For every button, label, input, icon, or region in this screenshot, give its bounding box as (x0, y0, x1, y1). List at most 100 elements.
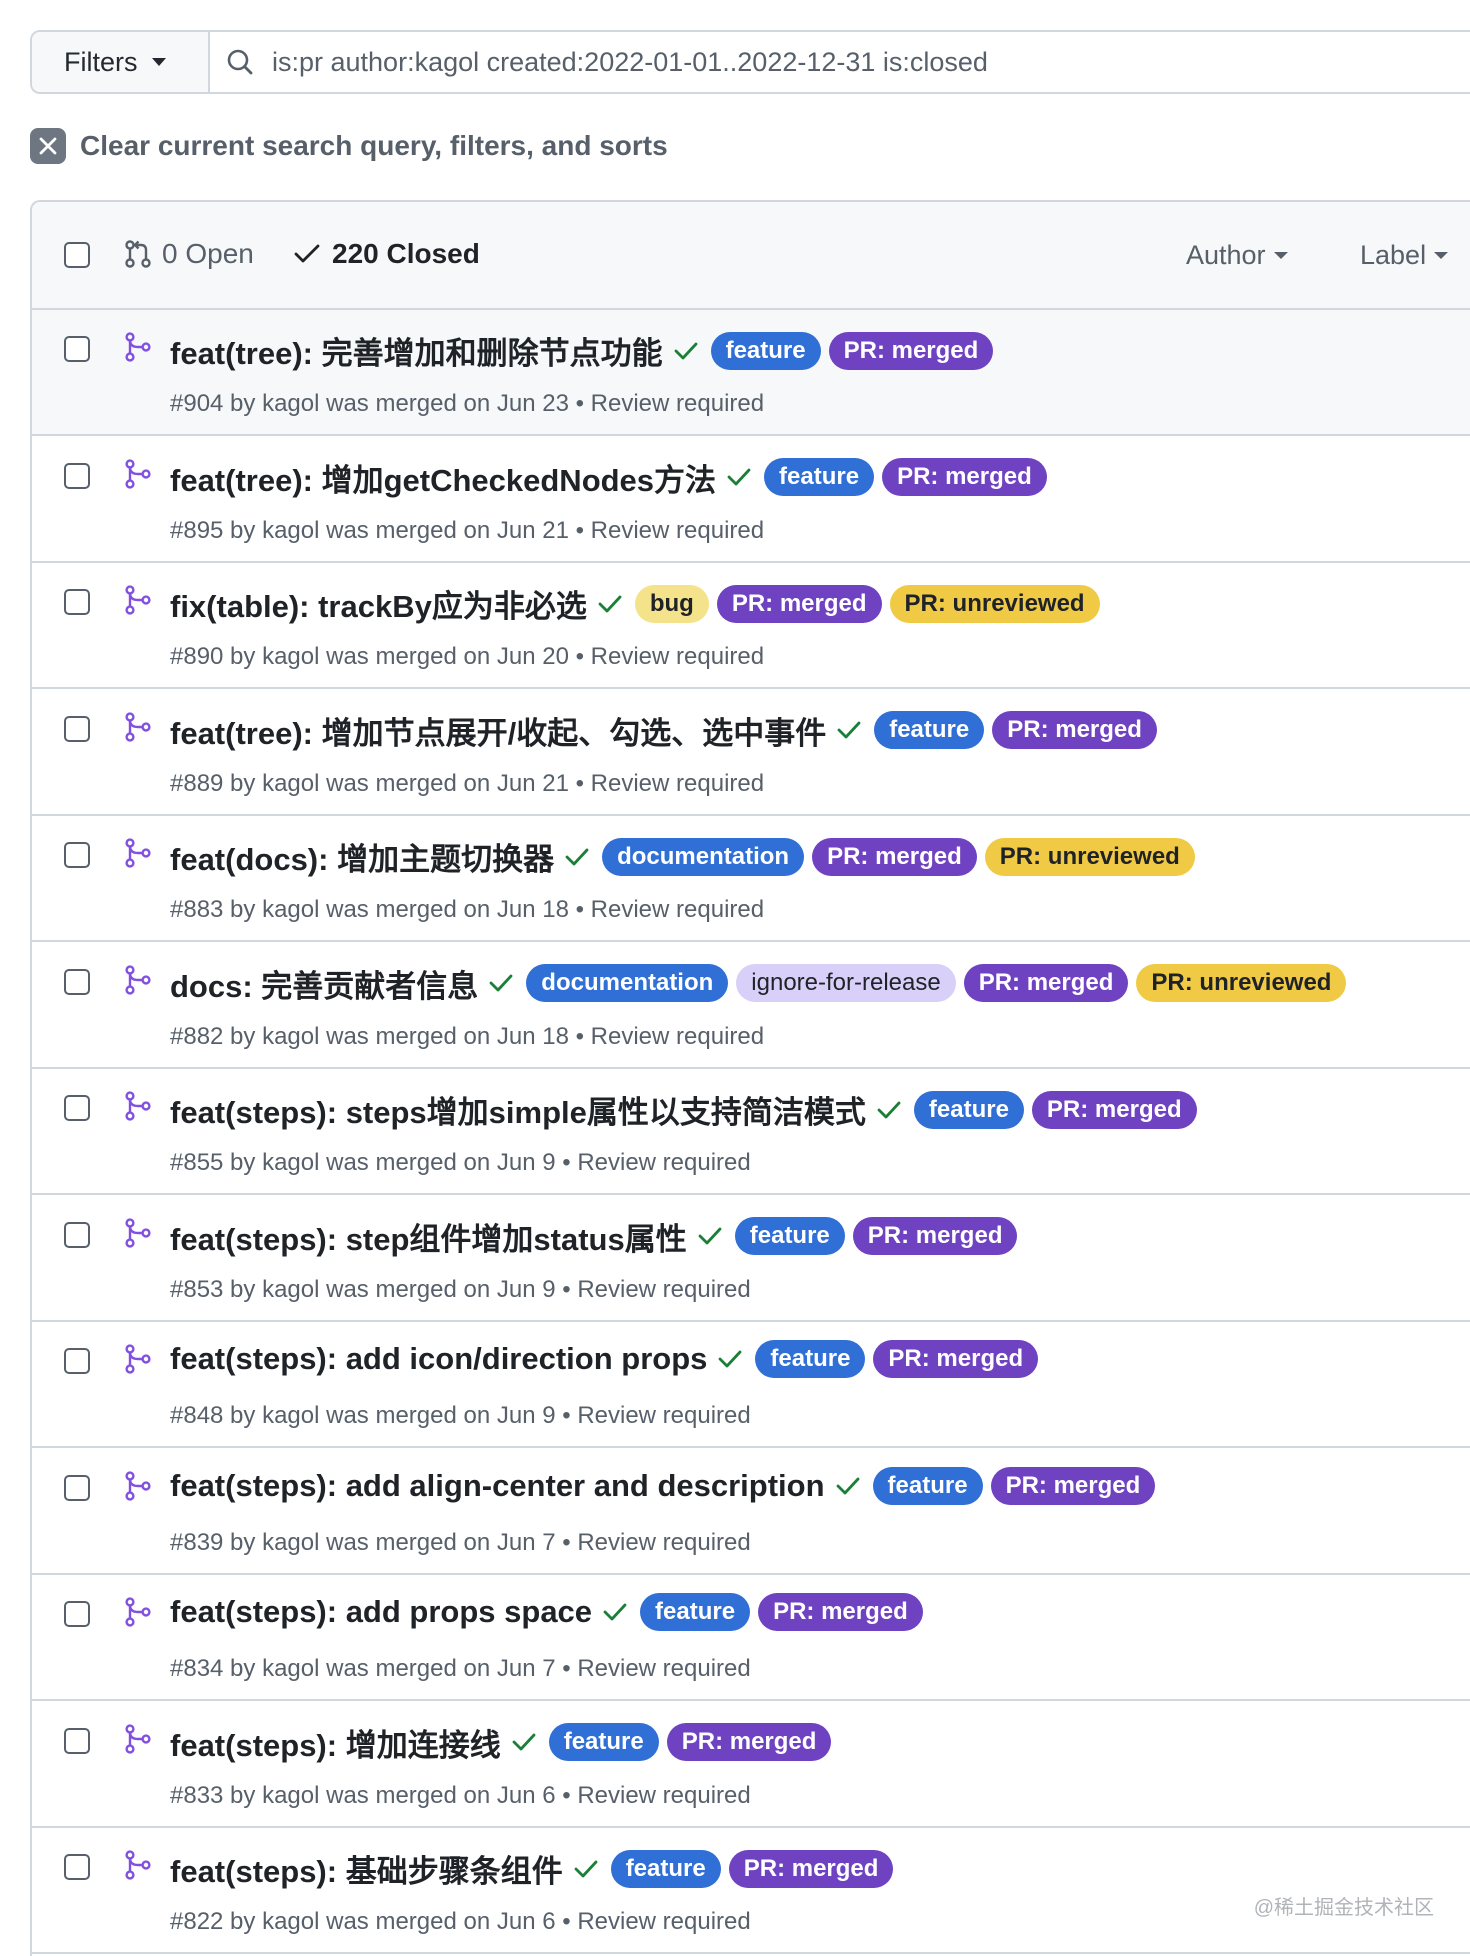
label-feature[interactable]: feature (710, 331, 821, 370)
table-row: feat(tree): 完善增加和删除节点功能 feature PR: merged… (32, 310, 1470, 436)
label-feature[interactable]: feature (640, 1593, 751, 1631)
label-merged[interactable]: PR: merged (666, 1723, 832, 1761)
merged-icon (125, 1850, 151, 1880)
pr-meta: #882 by kagol was merged on Jun 18 • Rev… (170, 1022, 765, 1050)
open-tab[interactable]: 0 Open (124, 238, 254, 270)
table-row: feat(steps): steps增加simple属性以支持简洁模式 featu… (32, 1069, 1470, 1195)
label-documentation[interactable]: documentation (602, 837, 805, 876)
check-icon (836, 1477, 859, 1494)
label-unreviewed[interactable]: PR: unreviewed (1136, 964, 1347, 1002)
watermark: @稀土掘金技术社区 (1253, 1897, 1434, 1919)
pr-title-line: feat(tree): 增加getCheckedNodes方法 feature PR… (170, 455, 1055, 500)
label-feature[interactable]: feature (734, 1217, 845, 1255)
pr-title-link[interactable]: fix(table): trackBy应为非必选 (170, 581, 587, 626)
pr-title-line: feat(steps): steps增加simple属性以支持简洁模式 featu… (170, 1087, 1205, 1132)
label-merged[interactable]: PR: merged (758, 1593, 923, 1631)
pr-title-link[interactable]: feat(steps): add icon/direction props (170, 1341, 707, 1377)
pr-title-line: feat(steps): 增加连接线 feature PR: merged (170, 1720, 839, 1765)
row-checkbox[interactable] (64, 336, 90, 362)
label-unreviewed[interactable]: PR: unreviewed (889, 584, 1100, 623)
pr-title-link[interactable]: feat(tree): 增加节点展开/收起、勾选、选中事件 (170, 708, 826, 753)
label-merged[interactable]: PR: merged (852, 1217, 1018, 1255)
caret-down-icon (151, 58, 166, 66)
row-checkbox[interactable] (64, 589, 90, 615)
label-feature[interactable]: feature (764, 458, 875, 496)
pr-title-link[interactable]: feat(tree): 完善增加和删除节点功能 (170, 328, 663, 373)
label-merged[interactable]: PR: merged (1031, 1090, 1197, 1129)
label-ignore[interactable]: ignore-for-release (736, 964, 956, 1002)
row-checkbox[interactable] (64, 462, 90, 489)
check-icon (512, 1733, 536, 1751)
check-icon (603, 1603, 627, 1621)
search-input[interactable]: is:pr author:kagol created:2022-01-01..2… (210, 32, 988, 92)
label-merged[interactable]: PR: merged (963, 964, 1129, 1002)
row-checkbox[interactable] (64, 1474, 90, 1501)
row-checkbox[interactable] (64, 1095, 90, 1121)
pr-meta: #883 by kagol was merged on Jun 18 • Rev… (170, 896, 765, 923)
label-feature[interactable]: feature (610, 1849, 721, 1888)
label-filter[interactable]: Label (1360, 240, 1449, 271)
merged-icon (125, 1217, 151, 1248)
row-checkbox[interactable] (64, 842, 90, 868)
pr-title-link[interactable]: feat(steps): 基础步骤条组件 (170, 1846, 563, 1891)
closed-tab[interactable]: 220 Closed (292, 238, 480, 270)
pr-meta: #890 by kagol was merged on Jun 20 • Rev… (170, 643, 765, 670)
caret-down-icon (1434, 252, 1449, 259)
row-checkbox[interactable] (64, 1727, 90, 1754)
search-query-text: is:pr author:kagol created:2022-01-01..2… (272, 46, 988, 77)
check-icon (674, 342, 697, 359)
filters-button[interactable]: Filters (32, 32, 210, 92)
label-merged[interactable]: PR: merged (990, 1466, 1156, 1505)
merged-icon (125, 711, 151, 742)
label-feature[interactable]: feature (872, 1466, 983, 1505)
row-checkbox[interactable] (64, 968, 90, 995)
check-icon (489, 974, 513, 992)
label-bug[interactable]: bug (634, 584, 709, 623)
closed-count: 220 Closed (332, 238, 480, 269)
check-icon (598, 595, 622, 612)
row-checkbox[interactable] (64, 715, 90, 742)
label-merged[interactable]: PR: merged (873, 1340, 1039, 1378)
author-filter[interactable]: Author (1186, 240, 1288, 271)
label-documentation[interactable]: documentation (526, 964, 729, 1002)
pr-meta: #822 by kagol was merged on Jun 6 • Revi… (170, 1908, 751, 1935)
select-all-checkbox[interactable] (64, 242, 90, 268)
pr-meta: #904 by kagol was merged on Jun 23 • Rev… (170, 390, 765, 417)
pr-title-link[interactable]: feat(docs): 增加主题切换器 (170, 834, 554, 879)
pull-request-icon (125, 240, 151, 268)
label-feature[interactable]: feature (874, 711, 985, 749)
pr-title-link[interactable]: feat(steps): add props space (170, 1594, 592, 1630)
row-checkbox[interactable] (64, 1854, 90, 1880)
pr-meta: #895 by kagol was merged on Jun 21 • Rev… (170, 516, 765, 544)
pr-title-link[interactable]: feat(steps): 增加连接线 (170, 1720, 501, 1765)
clear-search-link[interactable]: Clear current search query, filters, and… (30, 128, 668, 164)
pr-title-link[interactable]: feat(steps): add align-center and descri… (170, 1468, 825, 1504)
pr-title-link[interactable]: feat(tree): 增加getCheckedNodes方法 (170, 455, 716, 500)
pr-title-link[interactable]: feat(steps): step组件增加status属性 (170, 1214, 687, 1259)
label-feature[interactable]: feature (755, 1340, 866, 1378)
row-checkbox[interactable] (64, 1221, 90, 1248)
label-merged[interactable]: PR: merged (716, 584, 882, 623)
pr-title-link[interactable]: docs: 完善贡献者信息 (170, 961, 478, 1006)
merged-icon (125, 585, 151, 615)
row-checkbox[interactable] (64, 1348, 90, 1374)
label-merged[interactable]: PR: merged (812, 837, 977, 876)
label-feature[interactable]: feature (548, 1723, 659, 1761)
label-feature[interactable]: feature (913, 1090, 1024, 1129)
check-icon (837, 721, 861, 739)
row-checkbox[interactable] (64, 1601, 90, 1627)
label-merged[interactable]: PR: merged (992, 711, 1157, 749)
label-merged[interactable]: PR: merged (828, 331, 994, 370)
pr-title-line: feat(docs): 增加主题切换器 documentation PR: merg… (170, 834, 1203, 879)
merged-icon (125, 332, 151, 362)
merged-icon (125, 1344, 151, 1374)
clear-search-text: Clear current search query, filters, and… (80, 130, 668, 161)
label-unreviewed[interactable]: PR: unreviewed (984, 837, 1195, 876)
pr-title-line: feat(tree): 增加节点展开/收起、勾选、选中事件 feature PR: … (170, 708, 1165, 753)
pr-meta: #853 by kagol was merged on Jun 9 • Revi… (170, 1275, 751, 1303)
pr-list-header: 0 Open 220 Closed Author Label (32, 202, 1470, 310)
label-merged[interactable]: PR: merged (882, 458, 1047, 496)
table-row: docs: 完善贡献者信息 documentation ignore-for-rel… (32, 943, 1470, 1069)
pr-title-link[interactable]: feat(steps): steps增加simple属性以支持简洁模式 (170, 1087, 866, 1132)
label-merged[interactable]: PR: merged (728, 1849, 894, 1888)
